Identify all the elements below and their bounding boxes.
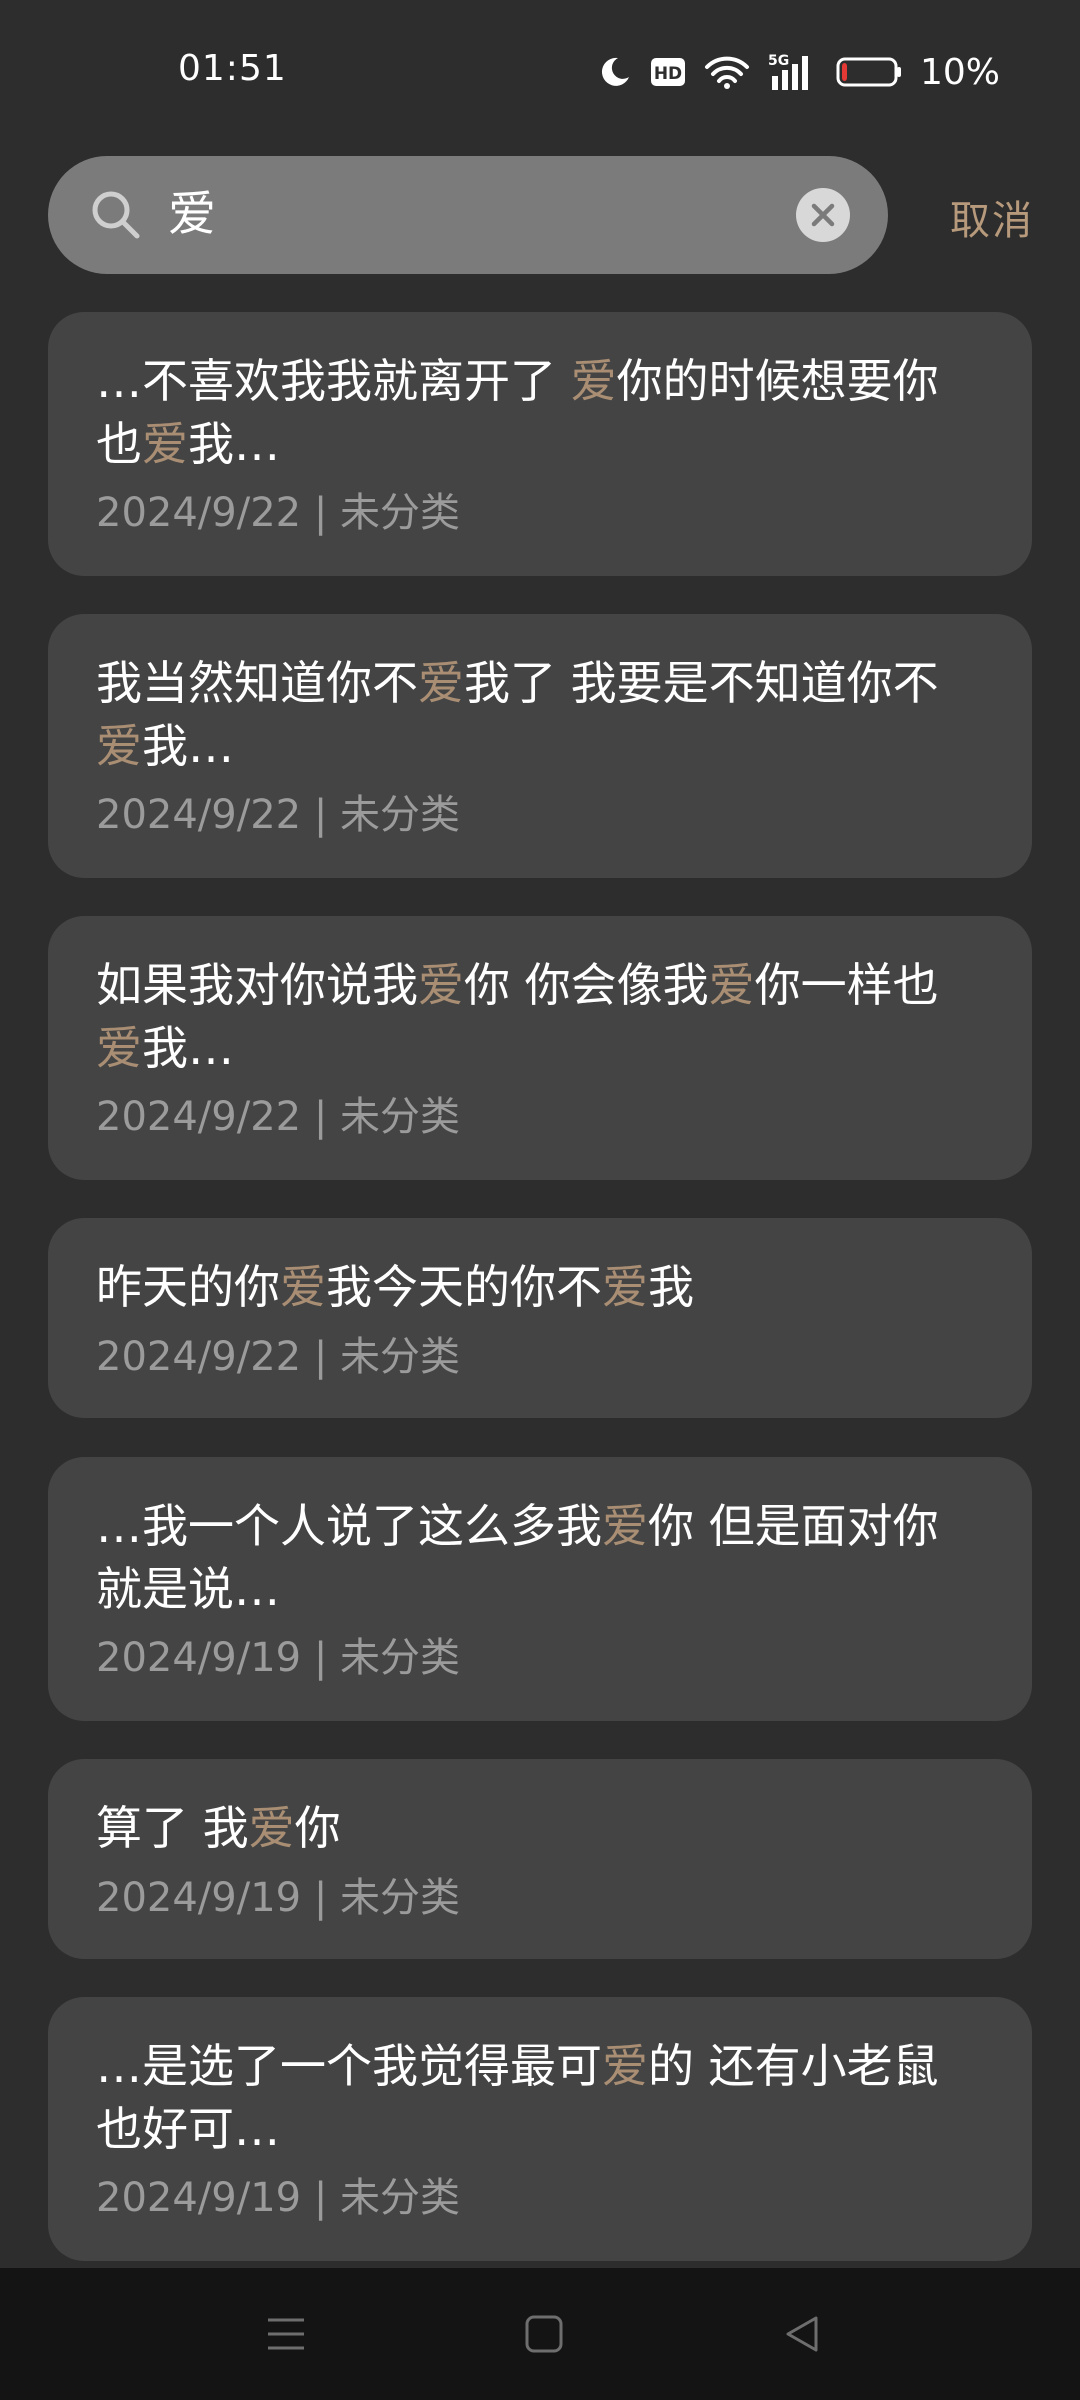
result-snippet: …我一个人说了这么多我爱你 但是面对你 就是说…: [96, 1495, 1016, 1621]
home-icon[interactable]: [524, 2314, 564, 2358]
result-meta: 2024/9/19 | 未分类: [96, 1635, 461, 1681]
highlight-match: 爱: [570, 354, 617, 408]
search-icon: [90, 189, 142, 245]
hd-icon: HD: [650, 57, 686, 87]
highlight-match: 爱: [602, 1260, 648, 1314]
result-snippet: 如果我对你说我爱你 你会像我爱你一样也 爱我…: [96, 954, 1016, 1080]
highlight-match: 爱: [96, 1021, 142, 1075]
highlight-match: 爱: [602, 1499, 648, 1553]
result-snippet: …是选了一个我觉得最可爱的 还有小老鼠 也好可…: [96, 2035, 1016, 2161]
highlight-match: 爱: [280, 1260, 326, 1314]
result-snippet: 算了 我爱你: [96, 1797, 1016, 1860]
battery-fill: [841, 63, 847, 81]
clear-search-button[interactable]: [796, 188, 850, 242]
result-card[interactable]: 昨天的你爱我今天的你不爱我 2024/9/22 | 未分类: [48, 1218, 1032, 1418]
battery-percent: 10%: [919, 51, 1000, 93]
snippet-text: 如果我对你说我: [96, 958, 418, 1012]
status-bar: 01:51 HD 5G 10%: [0, 0, 1080, 140]
result-card[interactable]: …我一个人说了这么多我爱你 但是面对你 就是说… 2024/9/19 | 未分类: [48, 1457, 1032, 1721]
result-meta: 2024/9/22 | 未分类: [96, 1094, 461, 1140]
result-meta: 2024/9/19 | 未分类: [96, 1875, 461, 1921]
snippet-text: 我: [648, 1260, 694, 1314]
result-meta: 2024/9/19 | 未分类: [96, 2175, 461, 2221]
hd-label: HD: [654, 64, 682, 84]
5g-signal-icon: 5G: [768, 52, 818, 92]
snippet-text: 我今天的你不: [326, 1260, 602, 1314]
result-snippet: …不喜欢我我就离开了 爱你的时候想要你 也爱我…: [96, 350, 1016, 476]
highlight-match: 爱: [142, 417, 188, 471]
navigation-bar: [0, 2268, 1080, 2400]
snippet-text: 你一样也: [754, 958, 939, 1012]
result-card[interactable]: 我当然知道你不爱我了 我要是不知道你不 爱我… 2024/9/22 | 未分类: [48, 614, 1032, 878]
status-icons: HD 5G 10%: [598, 50, 1000, 94]
snippet-text: 我了 我要是不知道你不: [464, 656, 939, 710]
highlight-match: 爱: [418, 958, 464, 1012]
highlight-match: 爱: [248, 1801, 295, 1855]
network-label: 5G: [768, 53, 789, 69]
highlight-match: 爱: [418, 656, 464, 710]
result-meta: 2024/9/22 | 未分类: [96, 1334, 461, 1380]
search-query[interactable]: 爱: [168, 184, 216, 244]
menu-icon[interactable]: [266, 2314, 306, 2358]
result-snippet: 我当然知道你不爱我了 我要是不知道你不 爱我…: [96, 652, 1016, 778]
snippet-text: 我…: [188, 417, 280, 471]
snippet-text: 你: [294, 1801, 341, 1855]
snippet-text: 我…: [142, 1021, 234, 1075]
battery-icon: [836, 56, 902, 88]
back-icon[interactable]: [782, 2314, 822, 2358]
snippet-text: …不喜欢我我就离开了: [96, 354, 571, 408]
result-card[interactable]: …不喜欢我我就离开了 爱你的时候想要你 也爱我… 2024/9/22 | 未分类: [48, 312, 1032, 576]
result-card[interactable]: …是选了一个我觉得最可爱的 还有小老鼠 也好可… 2024/9/19 | 未分类: [48, 1997, 1032, 2261]
snippet-text: …是选了一个我觉得最可: [96, 2039, 602, 2093]
result-card[interactable]: 如果我对你说我爱你 你会像我爱你一样也 爱我… 2024/9/22 | 未分类: [48, 916, 1032, 1180]
app-screen: 01:51 HD 5G 10% 爱 取消 …不喜欢我我就离开了 爱你的时候想要你…: [0, 0, 1080, 2400]
moon-icon: [598, 55, 632, 89]
status-time: 01:51: [178, 48, 287, 89]
search-input[interactable]: 爱: [48, 156, 888, 274]
snippet-text: 昨天的你: [96, 1260, 280, 1314]
result-snippet: 昨天的你爱我今天的你不爱我: [96, 1256, 1016, 1319]
close-icon: [811, 203, 835, 227]
highlight-match: 爱: [602, 2039, 648, 2093]
highlight-match: 爱: [96, 719, 142, 773]
result-card[interactable]: 算了 我爱你 2024/9/19 | 未分类: [48, 1759, 1032, 1959]
cancel-button[interactable]: 取消: [950, 188, 1034, 246]
highlight-match: 爱: [708, 958, 755, 1012]
snippet-text: 我当然知道你不: [96, 656, 418, 710]
result-meta: 2024/9/22 | 未分类: [96, 792, 461, 838]
wifi-icon: [704, 54, 750, 90]
snippet-text: 你 你会像我: [464, 958, 709, 1012]
snippet-text: …我一个人说了这么多我: [96, 1499, 602, 1553]
result-meta: 2024/9/22 | 未分类: [96, 490, 461, 536]
snippet-text: 我…: [142, 719, 234, 773]
snippet-text: 算了 我: [96, 1801, 249, 1855]
